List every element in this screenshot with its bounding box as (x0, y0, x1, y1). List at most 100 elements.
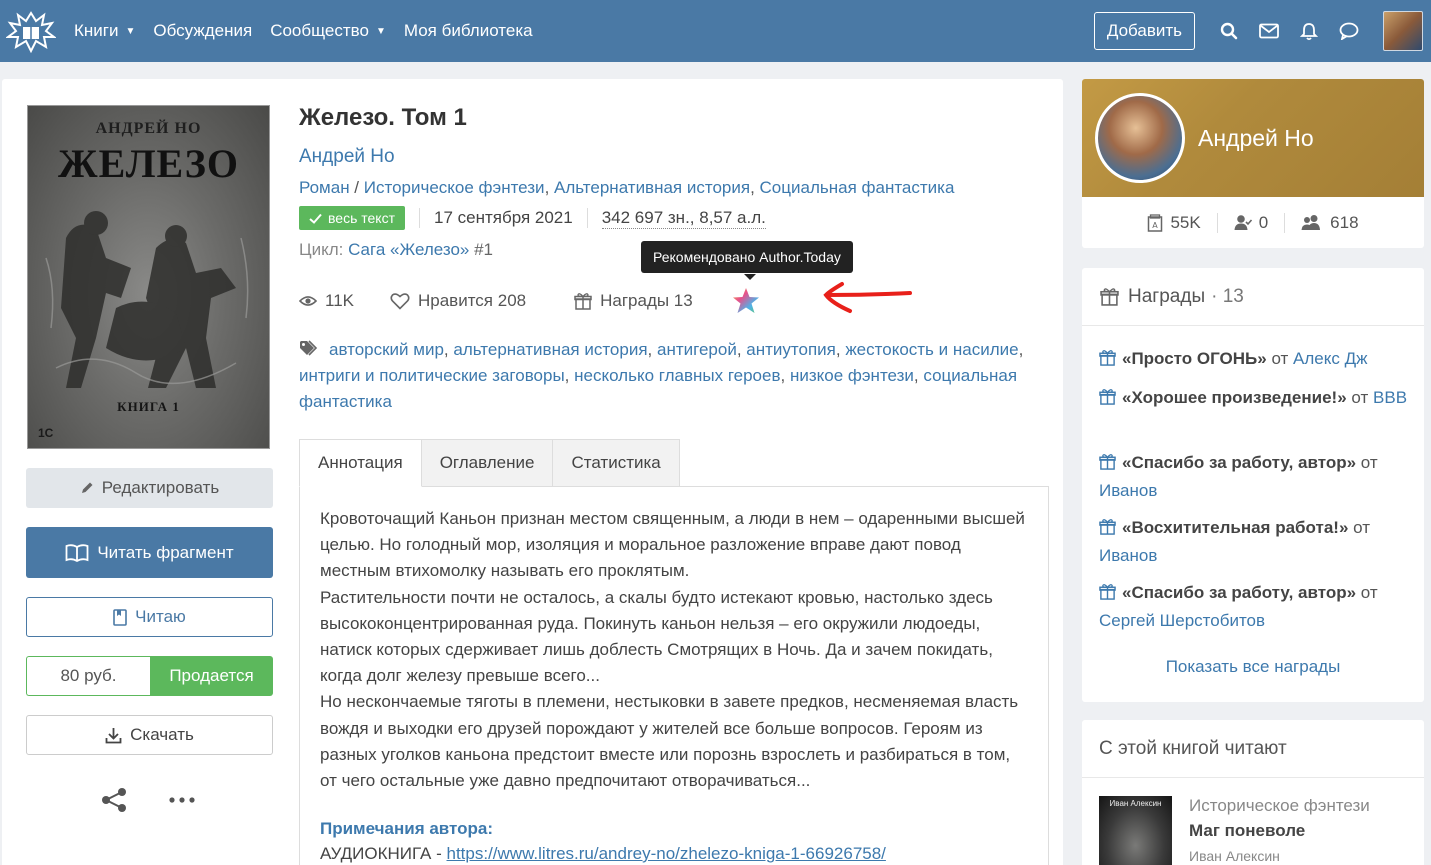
award-item: «Восхитительная работа!» от Иванов (1099, 518, 1371, 565)
share-row (100, 787, 196, 813)
author-notes-heading: Примечания автора: (320, 819, 494, 838)
price-label: 80 руб. (26, 656, 150, 696)
cycle-info: Цикл: Сага «Железо» #1 (299, 240, 494, 259)
tab-statistics[interactable]: Статистика (553, 439, 680, 487)
book-author-link[interactable]: Андрей Но (299, 146, 395, 168)
tooltip-arrow (744, 274, 756, 280)
download-button[interactable]: Скачать (26, 715, 273, 755)
red-arrow-annotation (823, 282, 912, 313)
nav-community[interactable]: Сообщество ▼ (270, 21, 386, 41)
caret-down-icon: ▼ (125, 25, 136, 37)
book-panel: АНДРЕЙ НО ЖЕЛЕЗО КНИГА 1 1С Редактироват… (2, 79, 1063, 865)
author-stat-followers[interactable]: 618 (1284, 212, 1374, 233)
book-stack-icon: A (1147, 213, 1163, 232)
top-navbar: Книги ▼ Обсуждения Сообщество ▼ Моя библио… (0, 0, 1431, 62)
share-icon[interactable] (100, 787, 128, 813)
like-button[interactable]: Нравится 208 (390, 291, 526, 311)
tag-link[interactable]: авторский мир (329, 340, 444, 359)
author-notes-line: АУДИОКНИГА - https://www.litres.ru/andre… (320, 844, 886, 863)
add-button[interactable]: Добавить (1093, 12, 1195, 50)
gift-icon (574, 292, 592, 310)
award-item: «Спасибо за работу, автор» от Иванов (1099, 453, 1378, 500)
user-check-icon (1234, 214, 1252, 231)
gift-icon (1099, 387, 1116, 413)
annotation-text: Кровоточащий Каньон признан местом свяще… (320, 509, 1025, 791)
award-user-link[interactable]: Иванов (1099, 481, 1157, 500)
award-item: «Спасибо за работу, автор» от Сергей Шер… (1099, 583, 1378, 630)
author-name[interactable]: Андрей Но (1198, 125, 1314, 152)
award-user-link[interactable]: ВВВ (1373, 388, 1407, 407)
publish-date: 17 сентября 2021 (434, 208, 573, 227)
svg-text:A: A (1153, 221, 1159, 230)
caret-down-icon: ▼ (375, 25, 386, 37)
tag-link[interactable]: альтернативная история (453, 340, 647, 359)
more-icon[interactable] (168, 795, 196, 805)
eye-icon (299, 295, 317, 307)
site-logo-icon[interactable] (6, 9, 56, 53)
reading-button[interactable]: Читаю (26, 597, 273, 637)
nav-my-library[interactable]: Моя библиотека (404, 21, 533, 41)
genre-link[interactable]: Альтернативная история (554, 178, 750, 197)
also-book-title[interactable]: Маг поневоле (1189, 821, 1305, 841)
full-text-badge: весь текст (299, 206, 405, 230)
heart-icon (390, 292, 410, 310)
tag-link[interactable]: антигерой (657, 340, 737, 359)
author-avatar[interactable] (1095, 93, 1185, 183)
tab-annotation[interactable]: Аннотация (299, 439, 422, 487)
search-icon[interactable] (1216, 18, 1242, 44)
audiobook-link[interactable]: https://www.litres.ru/andrey-no/zhelezo-… (447, 844, 886, 863)
awards-stat[interactable]: Награды 13 (574, 291, 693, 311)
awards-header: Награды · 13 (1082, 268, 1424, 326)
tab-contents[interactable]: Оглавление (421, 439, 554, 487)
also-book-cover[interactable]: Иван Алексин (1099, 796, 1172, 865)
views-stat: 11K (299, 291, 354, 311)
award-item: «Хорошее произведение!» от ВВВ (1099, 385, 1411, 413)
award-user-link[interactable]: Сергей Шерстобитов (1099, 611, 1265, 630)
nav-books[interactable]: Книги ▼ (74, 21, 135, 41)
recommended-star-icon[interactable] (731, 287, 761, 315)
tag-link[interactable]: несколько главных героев (574, 366, 780, 385)
pencil-icon (80, 481, 94, 495)
tags-icon (300, 340, 318, 356)
nav-discussions[interactable]: Обсуждения (153, 21, 252, 41)
stats-row: 11K Нравится 208 Награды 13 (299, 287, 761, 315)
genre-link[interactable]: Историческое фэнтези (364, 178, 545, 197)
tag-link[interactable]: жестокость и насилие (845, 340, 1018, 359)
gift-icon (1100, 287, 1119, 306)
genre-link[interactable]: Социальная фантастика (760, 178, 955, 197)
read-fragment-button[interactable]: Читать фрагмент (26, 527, 273, 578)
author-card: Андрей Но A 55K 0 618 (1082, 79, 1424, 248)
book-cover[interactable]: АНДРЕЙ НО ЖЕЛЕЗО КНИГА 1 1С (27, 105, 270, 449)
author-stat-views: A 55K (1131, 213, 1216, 233)
also-book-genre[interactable]: Историческое фэнтези (1189, 796, 1370, 816)
cover-title: ЖЕЛЕЗО (58, 141, 239, 186)
author-stat-subscriptions[interactable]: 0 (1216, 212, 1284, 233)
cover-book-number: КНИГА 1 (117, 399, 180, 414)
check-icon (309, 213, 322, 224)
bookmark-book-icon (113, 608, 127, 626)
annotation-panel: Кровоточащий Каньон признан местом свяще… (299, 486, 1049, 865)
award-user-link[interactable]: Иванов (1099, 546, 1157, 565)
genre-link[interactable]: Роман (299, 178, 350, 197)
user-avatar[interactable] (1383, 11, 1423, 51)
author-banner[interactable]: Андрей Но (1082, 79, 1424, 197)
tag-link[interactable]: низкое фэнтези (790, 366, 914, 385)
download-icon (105, 727, 122, 744)
book-size[interactable]: 342 697 зн., 8,57 а.л. (601, 208, 766, 229)
chat-icon[interactable] (1336, 18, 1362, 44)
edit-button[interactable]: Редактировать (26, 468, 273, 508)
also-book-author[interactable]: Иван Алексин (1189, 848, 1280, 864)
bell-icon[interactable] (1296, 18, 1322, 44)
buy-button[interactable]: Продается (150, 656, 273, 696)
tag-link[interactable]: антиутопия (746, 340, 836, 359)
cycle-link[interactable]: Сага «Железо» (348, 240, 469, 259)
book-tabs: Аннотация Оглавление Статистика (299, 439, 680, 487)
cover-art-image (45, 211, 249, 388)
open-book-icon (65, 543, 89, 562)
envelope-icon[interactable] (1256, 18, 1282, 44)
award-user-link[interactable]: Алекс Дж (1293, 349, 1367, 368)
tag-link[interactable]: интриги и политические заговоры (299, 366, 565, 385)
genres: Роман / Историческое фэнтези, Альтернати… (299, 178, 955, 197)
show-all-awards-link[interactable]: Показать все награды (1082, 657, 1424, 677)
award-item: «Просто ОГОНЬ» от Алекс Дж (1099, 346, 1411, 374)
